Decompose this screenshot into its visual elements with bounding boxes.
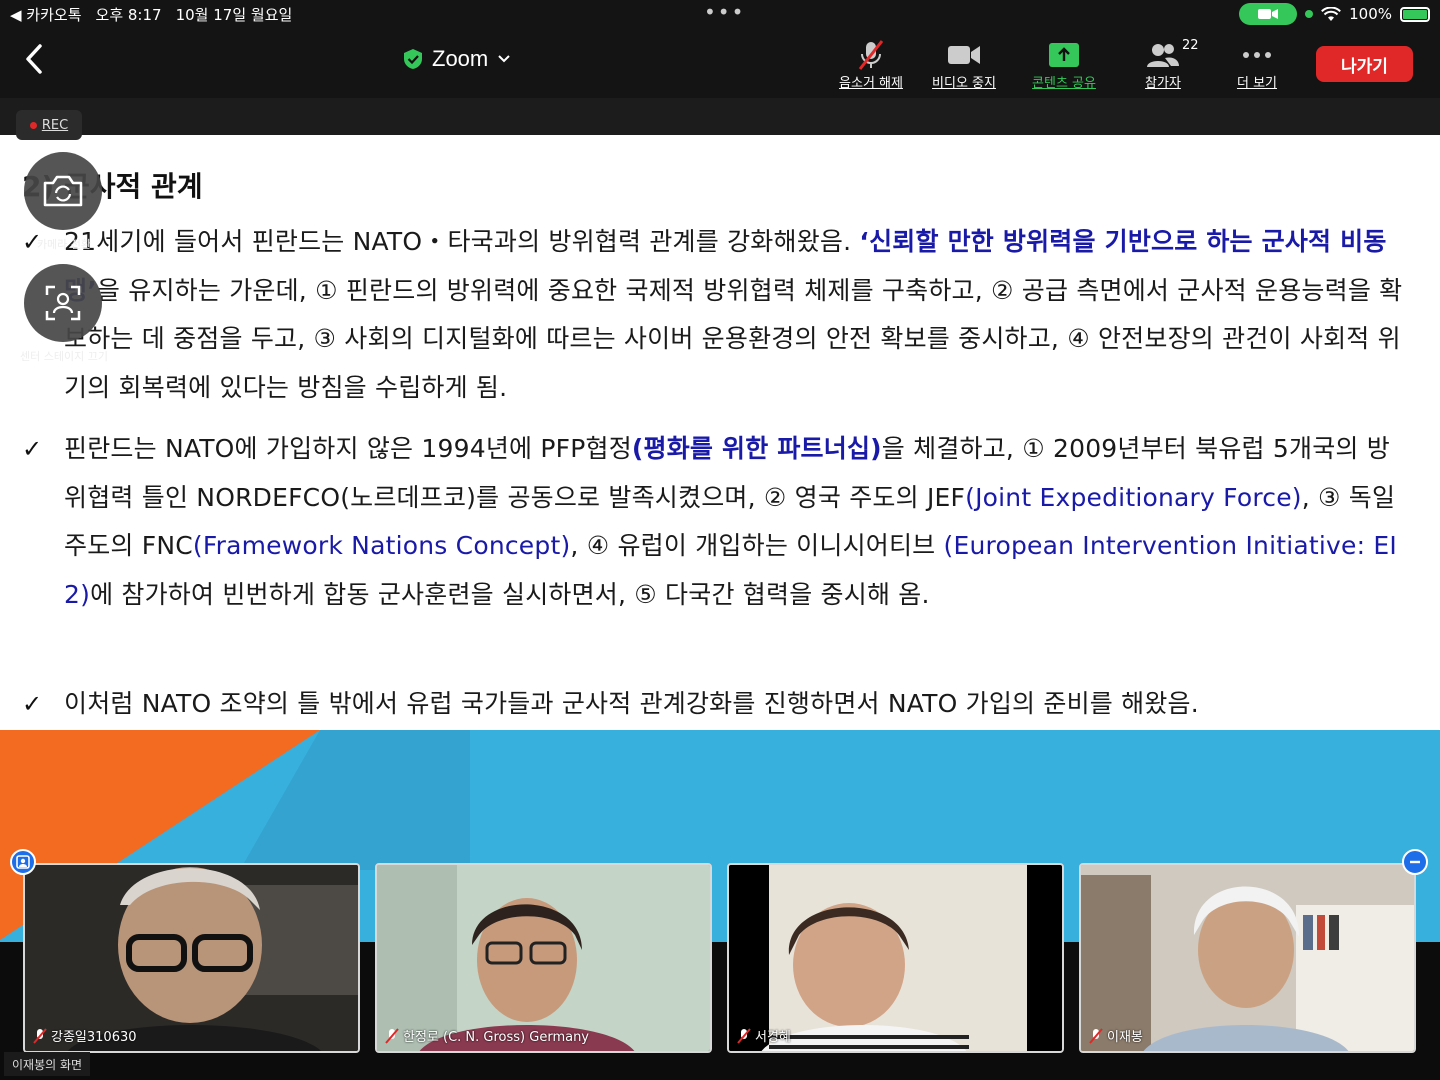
checkmark-icon: ✓ bbox=[22, 435, 43, 463]
bullet-paragraph-1: 21세기에 들어서 핀란드는 NATO・타국과의 방위협력 관계를 강화해왔음.… bbox=[64, 218, 1404, 412]
participant-name: 서경혜 bbox=[755, 1030, 791, 1045]
collapse-thumbnails-button[interactable] bbox=[1402, 849, 1428, 875]
status-time: 오후 8:17 bbox=[95, 6, 162, 24]
meeting-title[interactable]: Zoom bbox=[402, 46, 512, 72]
chevron-down-icon bbox=[498, 55, 510, 63]
screen-owner-label: 이재봉의 화면 bbox=[4, 1052, 91, 1076]
participant-tile[interactable]: 강종일310630 bbox=[23, 863, 360, 1053]
bullet-paragraph-2: 핀란드는 NATO에 가입하지 않은 1994년에 PFP협정(평화를 위한 파… bbox=[64, 425, 1404, 619]
share-content-label: 콘텐츠 공유 bbox=[1032, 76, 1096, 91]
mic-muted-icon bbox=[737, 1027, 751, 1044]
center-stage-button[interactable] bbox=[24, 264, 102, 342]
center-stage-icon bbox=[45, 285, 81, 321]
participant-tile[interactable]: 서경혜 bbox=[727, 863, 1064, 1053]
more-dots-icon bbox=[1212, 38, 1302, 72]
back-chevron-icon[interactable] bbox=[20, 42, 50, 76]
leave-button[interactable]: 나가기 bbox=[1316, 46, 1413, 82]
back-to-app[interactable]: ◀ 카카오톡 bbox=[10, 4, 82, 25]
share-content-button[interactable]: 콘텐츠 공유 bbox=[1019, 38, 1109, 91]
p1-text-a: 21세기에 들어서 핀란드는 NATO・타국과의 방위협력 관계를 강화해왔음. bbox=[64, 227, 860, 256]
mic-indicator-icon bbox=[1305, 10, 1314, 18]
p2-text-a: 핀란드는 NATO에 가입하지 않은 1994년에 PFP협정 bbox=[64, 434, 632, 463]
camera-rotate-icon bbox=[43, 175, 83, 207]
share-screen-icon bbox=[1019, 38, 1109, 72]
title-text: Zoom bbox=[432, 46, 489, 71]
battery-percent: 100% bbox=[1349, 5, 1392, 23]
zoom-toolbar: Zoom 음소거 해제 비디오 중지 콘텐츠 공유 참가자 22 더 보기 나가… bbox=[0, 30, 1440, 98]
rec-dot-icon bbox=[29, 121, 37, 129]
p1-text-c: 을 유지하는 가운데, ① 핀란드의 방위력에 중요한 국제적 방위협력 체제를… bbox=[64, 275, 1403, 402]
mic-muted-icon bbox=[385, 1027, 399, 1044]
participant-name-tag: 서경혜 bbox=[737, 1026, 791, 1045]
recording-indicator[interactable]: REC bbox=[16, 110, 82, 140]
video-camera-icon bbox=[919, 38, 1009, 72]
rec-label: REC bbox=[41, 117, 69, 133]
participant-name-tag: 한정로 (C. N. Gross) Germany bbox=[385, 1026, 589, 1045]
minus-icon bbox=[1410, 860, 1420, 864]
center-stage-label: 센터 스테이지 끄기 bbox=[20, 350, 108, 363]
switch-camera-button[interactable] bbox=[24, 152, 102, 230]
p2-text-g: , ④ 유럽이 개입하는 이니시어티브 bbox=[570, 531, 944, 560]
camera-in-use-icon bbox=[1239, 3, 1298, 25]
pin-view-button[interactable] bbox=[10, 849, 36, 875]
mic-muted-icon bbox=[826, 38, 916, 72]
participant-name-tag: 강종일310630 bbox=[33, 1026, 137, 1045]
stop-video-button[interactable]: 비디오 중지 bbox=[919, 38, 1009, 91]
p2-fnc: (Framework Nations Concept) bbox=[192, 531, 571, 560]
p2-jef: (Joint Expeditionary Force) bbox=[965, 482, 1302, 512]
status-bar: ◀ 카카오톡 오후 8:17 10월 17일 월요일 ••• 100% bbox=[0, 0, 1440, 30]
wifi-icon bbox=[1321, 6, 1342, 21]
more-label: 더 보기 bbox=[1236, 76, 1277, 91]
checkmark-icon: ✓ bbox=[22, 690, 43, 718]
participant-tile[interactable]: 이재봉 bbox=[1079, 863, 1416, 1053]
stop-video-label: 비디오 중지 bbox=[932, 76, 996, 91]
toolbar-divider-band bbox=[0, 98, 1440, 135]
p2-pfp: (평화를 위한 파트너십) bbox=[631, 434, 882, 463]
switch-camera-label: 카메라 전환 bbox=[36, 238, 92, 251]
participant-name: 강종일310630 bbox=[51, 1030, 137, 1045]
status-date: 10월 17일 월요일 bbox=[175, 6, 293, 24]
participant-count: 22 bbox=[1182, 38, 1199, 53]
battery-icon bbox=[1400, 6, 1430, 22]
unmute-button[interactable]: 음소거 해제 bbox=[826, 38, 916, 91]
shield-check-icon bbox=[404, 49, 422, 69]
participant-tile[interactable]: 한정로 (C. N. Gross) Germany bbox=[375, 863, 712, 1053]
p2-text-i: 에 참가하여 빈번하게 합동 군사훈련을 실시하면서, ⑤ 다국간 협력을 중시… bbox=[90, 579, 930, 609]
mic-muted-icon bbox=[33, 1027, 47, 1044]
multitasking-dots-icon[interactable]: ••• bbox=[704, 2, 745, 22]
shared-slide: 2) 군사적 관계 ✓ 21세기에 들어서 핀란드는 NATO・타국과의 방위협… bbox=[0, 135, 1440, 730]
participant-name: 이재봉 bbox=[1107, 1030, 1143, 1045]
more-button[interactable]: 더 보기 bbox=[1212, 38, 1302, 91]
mic-muted-icon bbox=[1089, 1027, 1103, 1044]
participants-label: 참가자 bbox=[1145, 76, 1181, 91]
unmute-label: 음소거 해제 bbox=[839, 76, 903, 91]
bullet-paragraph-3: 이처럼 NATO 조약의 틀 밖에서 유럽 국가들과 군사적 관계강화를 진행하… bbox=[64, 689, 1199, 718]
participant-name-tag: 이재봉 bbox=[1089, 1026, 1143, 1045]
person-frame-icon bbox=[16, 855, 30, 869]
participant-name: 한정로 (C. N. Gross) Germany bbox=[403, 1030, 590, 1045]
